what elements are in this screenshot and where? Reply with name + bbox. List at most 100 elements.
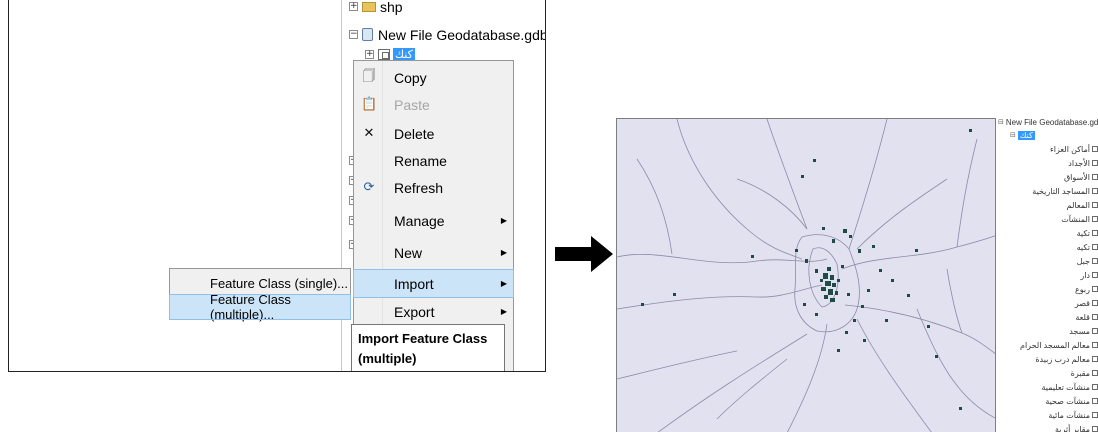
toc-layer-item[interactable]: معالم درب زبيدة — [1016, 353, 1098, 365]
toc-layer-label: قلعة — [1075, 312, 1090, 322]
feature-class-icon — [1092, 314, 1098, 320]
map-point — [822, 227, 825, 230]
toc-layer-item[interactable]: معالم المسجد الحرام — [1016, 339, 1098, 351]
map-point — [815, 269, 818, 273]
tree-item-geodatabase[interactable]: − New File Geodatabase.gdb — [349, 26, 545, 43]
toc-feature-dataset[interactable]: ⊟ كنك — [1010, 129, 1035, 141]
submenu-arrow-icon: ▶ — [500, 248, 507, 257]
map-point — [641, 303, 644, 306]
toc-layer-label: المنشآت — [1061, 214, 1090, 224]
toc-layer-item[interactable]: منشآت صحية — [1016, 395, 1098, 407]
submenu-arrow-icon: ▶ — [500, 216, 507, 225]
map-point — [915, 249, 918, 252]
feature-class-icon — [1092, 146, 1098, 152]
toc-layer-item[interactable]: دار — [1016, 269, 1098, 281]
map-point — [830, 275, 834, 280]
expand-icon[interactable]: + — [349, 2, 358, 11]
menu-item-refresh[interactable]: ⟳ Refresh — [354, 174, 513, 201]
feature-class-icon — [1092, 244, 1098, 250]
toc-layer-item[interactable]: أماكن العزاء — [1016, 143, 1098, 155]
toc-layer-item[interactable]: المعالم — [1016, 199, 1098, 211]
menu-item-delete[interactable]: ✕ Delete — [354, 120, 513, 147]
map-point — [907, 294, 910, 297]
expand-icon[interactable]: + — [365, 50, 374, 59]
toc-layer-item[interactable]: جبل — [1016, 255, 1098, 267]
toc-label: كنك — [1017, 130, 1035, 140]
map-point — [795, 249, 798, 252]
toc-layer-label: منشآت صحية — [1045, 396, 1090, 406]
toc-layer-item[interactable]: المنشآت — [1016, 213, 1098, 225]
map-point — [825, 281, 831, 286]
toc-layer-label: منشآت مائية — [1048, 410, 1090, 420]
menu-item-manage[interactable]: Manage ▶ — [354, 207, 513, 234]
tree-item-shp[interactable]: + shp — [349, 0, 403, 15]
map-point — [815, 313, 818, 316]
feature-dataset-icon — [378, 49, 390, 60]
geodatabase-icon — [362, 28, 373, 41]
toc-layer-label: معالم درب زبيدة — [1035, 354, 1090, 364]
map-point — [849, 235, 852, 238]
toc-layer-item[interactable]: قلعة — [1016, 311, 1098, 323]
menu-item-paste[interactable]: 📋 Paste — [354, 91, 513, 118]
map-point — [853, 319, 856, 322]
toc-layer-item[interactable]: تكيه — [1016, 241, 1098, 253]
toc-layer-item[interactable]: مقابر أثرية — [1016, 423, 1098, 432]
feature-class-icon — [1092, 370, 1098, 376]
map-point — [847, 293, 850, 296]
toc-label: New File Geodatabase.gdb — [1005, 117, 1098, 127]
toc-layer-item[interactable]: تكية — [1016, 227, 1098, 239]
feature-class-icon — [1092, 286, 1098, 292]
toc-layer-label: مقابر أثرية — [1054, 424, 1090, 432]
feature-class-icon — [1092, 258, 1098, 264]
menu-item-label: Copy — [394, 69, 427, 86]
menu-item-label: Refresh — [394, 179, 444, 196]
feature-class-icon — [1092, 160, 1098, 166]
map-point — [832, 239, 835, 243]
toc-layer-item[interactable]: الأسواق — [1016, 171, 1098, 183]
toc-layer-label: مسجد — [1069, 326, 1090, 336]
catalog-screenshot: + shp − New File Geodatabase.gdb + كنك +… — [8, 0, 546, 372]
toc-layer-item[interactable]: الأجداد — [1016, 157, 1098, 169]
toc-layer-item[interactable]: المساجد التاريخية — [1016, 185, 1098, 197]
map-point — [821, 287, 826, 291]
toc-geodatabase[interactable]: ⊟ New File Geodatabase.gdb — [998, 116, 1098, 128]
toc-layer-item[interactable]: ربوع — [1016, 283, 1098, 295]
submenu-item-feature-class-multiple[interactable]: Feature Class (multiple)... — [169, 292, 351, 322]
map-point — [827, 267, 831, 271]
map-point — [872, 245, 875, 248]
map-point — [858, 249, 861, 253]
toc-layer-label: الأسواق — [1063, 172, 1090, 182]
toc-layer-item[interactable]: مقبرة — [1016, 367, 1098, 379]
district-boundaries — [617, 119, 995, 432]
feature-class-icon — [1092, 230, 1098, 236]
map-point — [867, 289, 870, 292]
menu-item-rename[interactable]: Rename — [354, 147, 513, 174]
menu-item-new[interactable]: New ▶ — [354, 239, 513, 266]
toc-layer-label: معالم المسجد الحرام — [1020, 340, 1090, 350]
toc-layer-label: مقبرة — [1070, 368, 1090, 378]
map-point — [820, 279, 823, 282]
toc-layer-label: قصر — [1074, 298, 1090, 308]
collapse-icon[interactable]: − — [349, 30, 358, 39]
feature-class-icon — [1092, 188, 1098, 194]
collapse-icon[interactable]: ⊟ — [998, 118, 1004, 126]
right-arrow-icon — [555, 236, 613, 272]
toc-layer-item[interactable]: قصر — [1016, 297, 1098, 309]
map-point — [843, 229, 847, 233]
menu-item-copy[interactable]: 🗍 Copy — [354, 64, 513, 91]
toc-layer-item[interactable]: مسجد — [1016, 325, 1098, 337]
menu-item-export[interactable]: Export ▶ — [354, 298, 513, 325]
toc-layer-label: أماكن العزاء — [1050, 144, 1090, 154]
collapse-icon[interactable]: ⊟ — [1010, 131, 1016, 139]
toc-layer-item[interactable]: منشآت تعليمية — [1016, 381, 1098, 393]
table-of-contents: ⊟ New File Geodatabase.gdb ⊟ كنك أماكن ا… — [996, 116, 1098, 432]
delete-icon: ✕ — [363, 126, 375, 141]
menu-item-label: Manage — [394, 212, 445, 229]
map-view[interactable] — [616, 118, 996, 432]
menu-item-import[interactable]: Import ▶ — [353, 269, 514, 298]
map-point — [879, 269, 882, 272]
toc-layer-label: ربوع — [1075, 284, 1090, 294]
feature-class-icon — [1092, 398, 1098, 404]
toc-layer-item[interactable]: منشآت مائية — [1016, 409, 1098, 421]
toc-layer-label: تكية — [1076, 228, 1090, 238]
